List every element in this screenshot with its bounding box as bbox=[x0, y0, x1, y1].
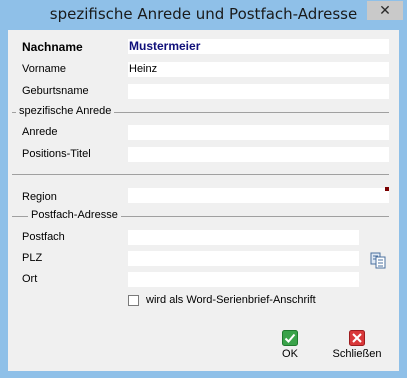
anrede-label: Anrede bbox=[22, 126, 58, 138]
close-button[interactable]: Schließen bbox=[330, 330, 384, 360]
anrede-section-label: spezifische Anrede bbox=[16, 105, 115, 117]
plz-field[interactable] bbox=[128, 251, 359, 266]
dialog-body: Nachname Mustermeier Vorname Heinz Gebur… bbox=[8, 30, 399, 371]
ok-button[interactable]: OK bbox=[276, 330, 304, 360]
positions-titel-label: Positions-Titel bbox=[22, 148, 91, 160]
vorname-field[interactable]: Heinz bbox=[128, 62, 389, 77]
title-bar: spezifische Anrede und Postfach-Adresse … bbox=[0, 0, 407, 30]
serienbrief-checkbox[interactable] bbox=[128, 295, 139, 306]
serienbrief-checkbox-label: wird als Word-Serienbrief-Anschrift bbox=[146, 294, 316, 306]
postfach-section-label: Postfach-Adresse bbox=[28, 209, 121, 221]
nachname-field[interactable]: Mustermeier bbox=[128, 39, 389, 54]
copy-icon[interactable] bbox=[369, 251, 387, 269]
window-title: spezifische Anrede und Postfach-Adresse bbox=[49, 5, 358, 23]
ort-label: Ort bbox=[22, 273, 38, 285]
anrede-field[interactable] bbox=[128, 125, 389, 140]
close-x-icon bbox=[349, 330, 365, 346]
ok-button-label: OK bbox=[282, 348, 298, 360]
postfach-label: Postfach bbox=[22, 231, 65, 243]
geburtsname-label: Geburtsname bbox=[22, 85, 89, 97]
window-close-button[interactable]: ✕ bbox=[367, 1, 403, 20]
nachname-label: Nachname bbox=[22, 40, 83, 54]
ort-field[interactable] bbox=[128, 272, 359, 287]
vorname-label: Vorname bbox=[22, 63, 67, 75]
region-marker bbox=[385, 187, 389, 191]
plz-label: PLZ bbox=[22, 252, 43, 264]
separator bbox=[12, 174, 389, 175]
postfach-field[interactable] bbox=[128, 230, 359, 245]
region-label: Region bbox=[22, 191, 57, 203]
checkmark-icon bbox=[282, 330, 298, 346]
close-button-label: Schließen bbox=[332, 348, 382, 360]
region-field[interactable] bbox=[128, 188, 389, 203]
positions-titel-field[interactable] bbox=[128, 147, 389, 162]
geburtsname-field[interactable] bbox=[128, 84, 389, 99]
